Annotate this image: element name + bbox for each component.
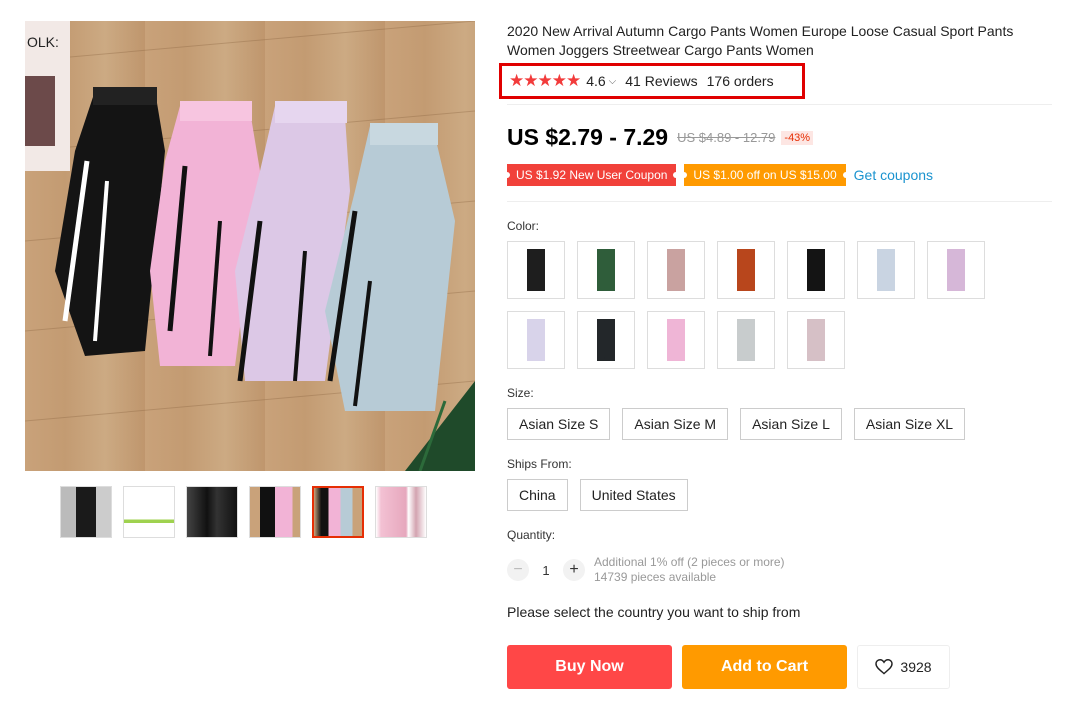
wishlist-button[interactable]: 3928 — [857, 645, 950, 689]
action-buttons: Buy Now Add to Cart 3928 — [507, 645, 950, 689]
heart-icon — [875, 659, 894, 675]
product-title: 2020 New Arrival Autumn Cargo Pants Wome… — [507, 23, 1014, 58]
color-label: Color: — [507, 219, 540, 233]
quantity-label: Quantity: — [507, 528, 556, 542]
get-coupons-link[interactable]: Get coupons — [854, 167, 933, 183]
wishlist-count: 3928 — [900, 659, 932, 675]
chevron-down-icon[interactable]: ⌵ — [609, 76, 617, 87]
quantity-increase-button[interactable]: + — [563, 559, 585, 581]
thumbnail-black-pants-model[interactable] — [60, 486, 112, 538]
color-swatch-rust[interactable] — [717, 241, 775, 299]
ships-from-options: China United States — [507, 479, 688, 511]
ships-from-label: Ships From: — [507, 457, 572, 471]
size-options: Asian Size S Asian Size M Asian Size L A… — [507, 408, 966, 440]
quantity-value[interactable]: 1 — [529, 563, 563, 578]
thumbnail-four-color-pants-flatlay[interactable] — [312, 486, 364, 538]
color-swatch-dark-green[interactable] — [577, 241, 635, 299]
price-row: US $2.79 - 7.29 US $4.89 - 12.79 -43% — [507, 124, 814, 151]
main-product-image[interactable]: OLK: — [25, 21, 475, 471]
new-user-coupon[interactable]: US $1.92 New User Coupon — [507, 164, 677, 186]
size-option-l[interactable]: Asian Size L — [740, 408, 842, 440]
store-coupon[interactable]: US $1.00 off on US $15.00 — [684, 164, 846, 186]
color-swatch-mauve[interactable] — [787, 311, 845, 369]
color-swatch-grid — [507, 241, 997, 369]
bulk-discount-note: Additional 1% off (2 pieces or more) — [594, 555, 785, 569]
quantity-decrease-button[interactable]: − — [507, 559, 529, 581]
color-swatch-black-2[interactable] — [787, 241, 845, 299]
color-swatch-lavender[interactable] — [507, 311, 565, 369]
ships-from-china[interactable]: China — [507, 479, 568, 511]
thumbnail-black-pants-model-2[interactable] — [186, 486, 238, 538]
size-option-m[interactable]: Asian Size M — [622, 408, 729, 440]
rating-value[interactable]: 4.6 — [586, 73, 605, 89]
divider — [507, 201, 1052, 202]
rating-stars-icon: ★★★★★ — [509, 71, 581, 90]
size-option-xl[interactable]: Asian Size XL — [853, 408, 966, 440]
color-swatch-black-3[interactable] — [577, 311, 635, 369]
reviews-link[interactable]: 41 Reviews — [625, 73, 697, 89]
color-swatch-lilac[interactable] — [927, 241, 985, 299]
thumbnail-strip — [60, 486, 427, 538]
magazine-text: OLK: — [27, 34, 59, 50]
color-swatch-pink[interactable] — [647, 311, 705, 369]
thumbnail-size-chart[interactable] — [123, 486, 175, 538]
shipping-message: Please select the country you want to sh… — [507, 604, 801, 620]
ships-from-united-states[interactable]: United States — [579, 479, 688, 511]
color-swatch-silver[interactable] — [717, 311, 775, 369]
rating-summary: ★★★★★ 4.6 ⌵ 41 Reviews 176 orders — [499, 63, 805, 99]
add-to-cart-button[interactable]: Add to Cart — [682, 645, 847, 689]
color-swatch-light-blue[interactable] — [857, 241, 915, 299]
color-swatch-dusty-pink[interactable] — [647, 241, 705, 299]
discount-badge: -43% — [781, 130, 814, 145]
quantity-stepper: − 1 + Additional 1% off (2 pieces or mor… — [507, 555, 785, 585]
divider — [507, 104, 1052, 105]
stock-available: 14739 pieces available — [594, 570, 717, 584]
orders-count: 176 orders — [706, 73, 774, 89]
thumbnail-black-and-pink-pants[interactable] — [249, 486, 301, 538]
coupon-row: US $1.92 New User Coupon US $1.00 off on… — [507, 164, 933, 186]
original-price: US $4.89 - 12.79 — [677, 130, 776, 145]
size-label: Size: — [507, 386, 534, 400]
buy-now-button[interactable]: Buy Now — [507, 645, 672, 689]
quantity-info: Additional 1% off (2 pieces or more) 147… — [594, 555, 785, 585]
thumbnail-pink-pants-detail[interactable] — [375, 486, 427, 538]
color-swatch-black[interactable] — [507, 241, 565, 299]
size-option-s[interactable]: Asian Size S — [507, 408, 611, 440]
current-price: US $2.79 - 7.29 — [507, 124, 669, 150]
product-photo: OLK: — [25, 21, 475, 471]
